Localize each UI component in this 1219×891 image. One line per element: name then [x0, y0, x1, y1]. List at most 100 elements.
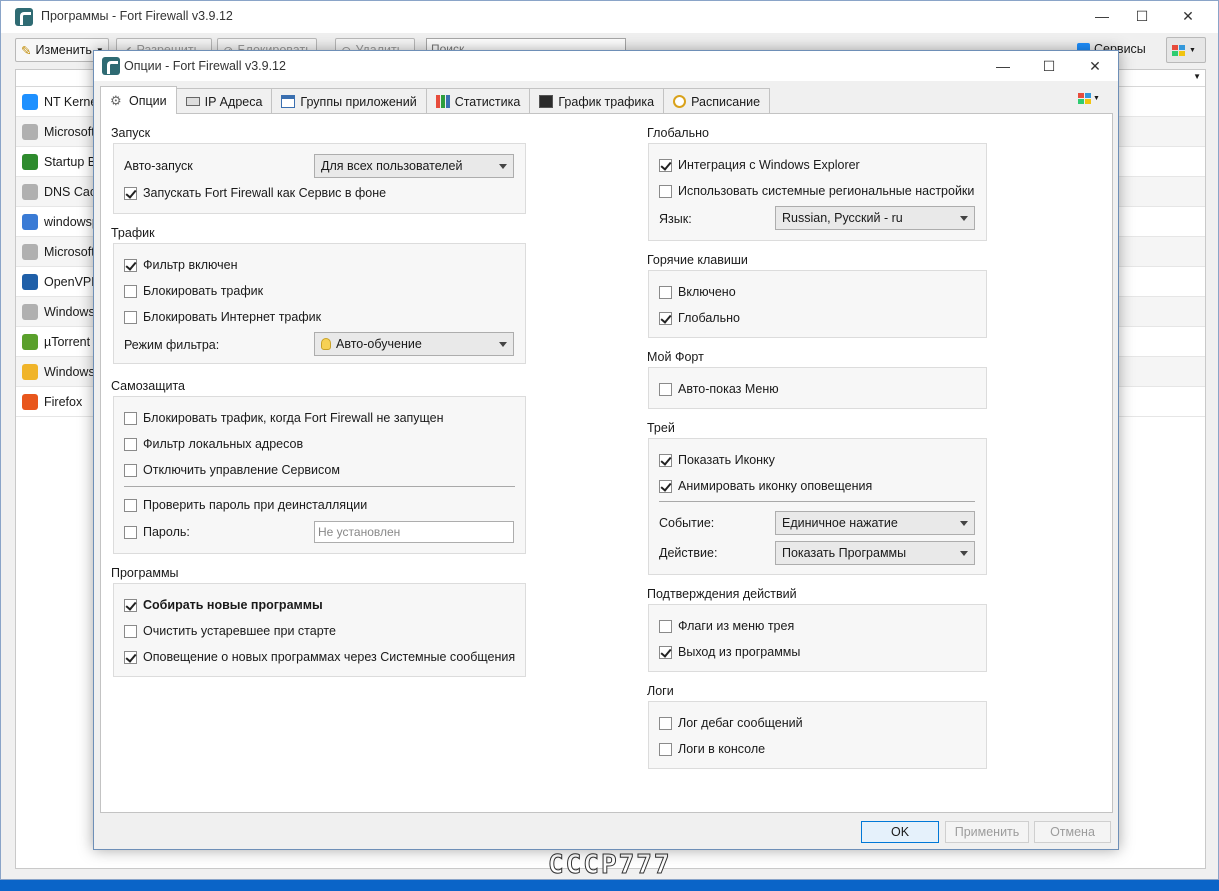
service-checkbox-label: Запускать Fort Firewall как Сервис в фон… [143, 186, 387, 200]
tab-label: Расписание [691, 94, 761, 109]
traffic-graph-icon [539, 95, 554, 108]
close-button[interactable]: ✕ [1165, 1, 1211, 31]
filter-enabled-checkbox[interactable]: Фильтр включен [124, 258, 237, 272]
check-pwd-uninstall-checkbox[interactable]: Проверить пароль при деинсталляции [124, 498, 367, 512]
program-icon [22, 153, 38, 170]
notify-new-checkbox[interactable]: Оповещение о новых программах через Сист… [124, 650, 515, 664]
dialog-layout-menu-button[interactable]: ▼ [1078, 93, 1100, 104]
checkbox-box [124, 650, 137, 664]
dialog-maximize-button[interactable]: ☐ [1026, 51, 1072, 81]
collect-new-checkbox[interactable]: Собирать новые программы [124, 598, 323, 612]
dialog-minimize-button[interactable]: — [980, 51, 1026, 81]
event-combo[interactable]: Единичное нажатие [775, 511, 975, 535]
block-when-off-label: Блокировать трафик, когда Fort Firewall … [143, 411, 444, 425]
ok-button[interactable]: OK [861, 821, 939, 843]
password-checkbox[interactable]: Пароль: [124, 525, 190, 539]
program-name: windowsp [44, 214, 99, 229]
show-icon-label: Показать Иконку [678, 453, 775, 467]
block-when-off-checkbox[interactable]: Блокировать трафик, когда Fort Firewall … [124, 411, 444, 425]
logs-section-title: Логи [647, 684, 674, 698]
language-label: Язык: [659, 212, 692, 226]
apply-button[interactable]: Применить [945, 821, 1029, 843]
auto-show-menu-checkbox[interactable]: Авто-показ Меню [659, 382, 779, 396]
debug-log-checkbox[interactable]: Лог дебаг сообщений [659, 716, 803, 730]
debug-log-label: Лог дебаг сообщений [678, 716, 803, 730]
console-log-checkbox[interactable]: Логи в консоле [659, 742, 765, 756]
tray-flags-checkbox[interactable]: Флаги из меню трея [659, 619, 794, 633]
app-groups-icon [281, 95, 296, 108]
tab-app-groups[interactable]: Группы приложений [271, 88, 427, 114]
edit-button-label: Изменить [35, 43, 92, 57]
program-icon [22, 213, 38, 230]
hotkeys-global-label: Глобально [678, 311, 740, 325]
action-label: Действие: [659, 546, 718, 560]
purge-obsolete-checkbox[interactable]: Очистить устаревшее при старте [124, 624, 336, 638]
block-inet-checkbox[interactable]: Блокировать Интернет трафик [124, 310, 321, 324]
tab-schedule[interactable]: Расписание [663, 88, 771, 114]
column-menu-icon[interactable]: ▼ [1193, 72, 1201, 81]
hotkeys-section-title: Горячие клавиши [647, 253, 748, 267]
system-locale-checkbox[interactable]: Использовать системные региональные наст… [659, 184, 974, 198]
checkbox-box [659, 645, 672, 659]
dialog-title: Опции - Fort Firewall v3.9.12 [124, 59, 286, 73]
hotkeys-global-checkbox[interactable]: Глобально [659, 311, 740, 325]
password-field[interactable]: Не установлен [314, 521, 514, 543]
network-card-icon [185, 97, 200, 106]
program-name: Firefox [44, 394, 83, 409]
chevron-down-icon [499, 341, 507, 347]
layout-menu-button[interactable]: ▼ [1166, 37, 1206, 63]
maximize-button[interactable]: ☐ [1119, 1, 1165, 31]
protection-section-title: Самозащита [111, 379, 186, 393]
autorun-combo[interactable]: Для всех пользователей [314, 154, 514, 178]
program-icon [22, 303, 38, 320]
autorun-label: Авто-запуск [124, 159, 193, 173]
cancel-button[interactable]: Отмена [1034, 821, 1111, 843]
program-name: Windows [44, 364, 95, 379]
program-icon [22, 93, 38, 110]
checkbox-box [659, 184, 672, 198]
event-label: Событие: [659, 516, 715, 530]
tab-statistics[interactable]: Статистика [425, 88, 531, 114]
tab-ip-addresses[interactable]: IP Адреса [175, 88, 273, 114]
filter-mode-combo[interactable]: Авто-обучение [314, 332, 514, 356]
chevron-down-icon: ▼ [1093, 95, 1100, 102]
tab-options[interactable]: ⚙ Опции [100, 86, 177, 114]
chevron-down-icon [499, 163, 507, 169]
language-combo[interactable]: Russian, Русский - ru [775, 206, 975, 230]
checkbox-box [124, 411, 137, 425]
exit-program-checkbox[interactable]: Выход из программы [659, 645, 800, 659]
action-combo[interactable]: Показать Программы [775, 541, 975, 565]
explorer-integration-checkbox[interactable]: Интеграция с Windows Explorer [659, 158, 860, 172]
block-traffic-checkbox[interactable]: Блокировать трафик [124, 284, 263, 298]
filter-mode-combo-value: Авто-обучение [336, 337, 422, 351]
separator [124, 486, 515, 487]
startup-group: Авто-запуск Для всех пользователей Запус… [113, 143, 526, 214]
myfort-group: Авто-показ Меню [648, 367, 987, 409]
disable-service-ctrl-checkbox[interactable]: Отключить управление Сервисом [124, 463, 340, 477]
hotkeys-group: Включено Глобально [648, 270, 987, 338]
action-combo-value: Показать Программы [782, 546, 907, 560]
filter-mode-label: Режим фильтра: [124, 338, 220, 352]
tray-group: Показать Иконку Анимировать иконку опове… [648, 438, 987, 575]
program-icon [22, 393, 38, 410]
hotkeys-enabled-checkbox[interactable]: Включено [659, 285, 736, 299]
animate-icon-checkbox[interactable]: Анимировать иконку оповещения [659, 479, 872, 493]
checkbox-box [124, 284, 137, 298]
dialog-close-button[interactable]: ✕ [1072, 51, 1118, 81]
filter-local-checkbox[interactable]: Фильтр локальных адресов [124, 437, 303, 451]
chevron-down-icon: ▼ [1189, 46, 1196, 54]
show-icon-checkbox[interactable]: Показать Иконку [659, 453, 775, 467]
service-checkbox[interactable]: Запускать Fort Firewall как Сервис в фон… [124, 186, 386, 200]
separator [659, 501, 975, 502]
event-combo-value: Единичное нажатие [782, 516, 898, 530]
program-name: µTorrent [44, 334, 91, 349]
program-icon [22, 183, 38, 200]
clock-icon [673, 95, 687, 108]
checkbox-box [659, 742, 672, 756]
exit-program-label: Выход из программы [678, 645, 801, 659]
check-pwd-uninstall-label: Проверить пароль при деинсталляции [143, 498, 368, 512]
checkbox-box [124, 624, 137, 638]
hotkeys-enabled-label: Включено [678, 285, 736, 299]
tab-traffic-graph[interactable]: График трафика [529, 88, 665, 114]
tray-flags-label: Флаги из меню трея [678, 619, 795, 633]
